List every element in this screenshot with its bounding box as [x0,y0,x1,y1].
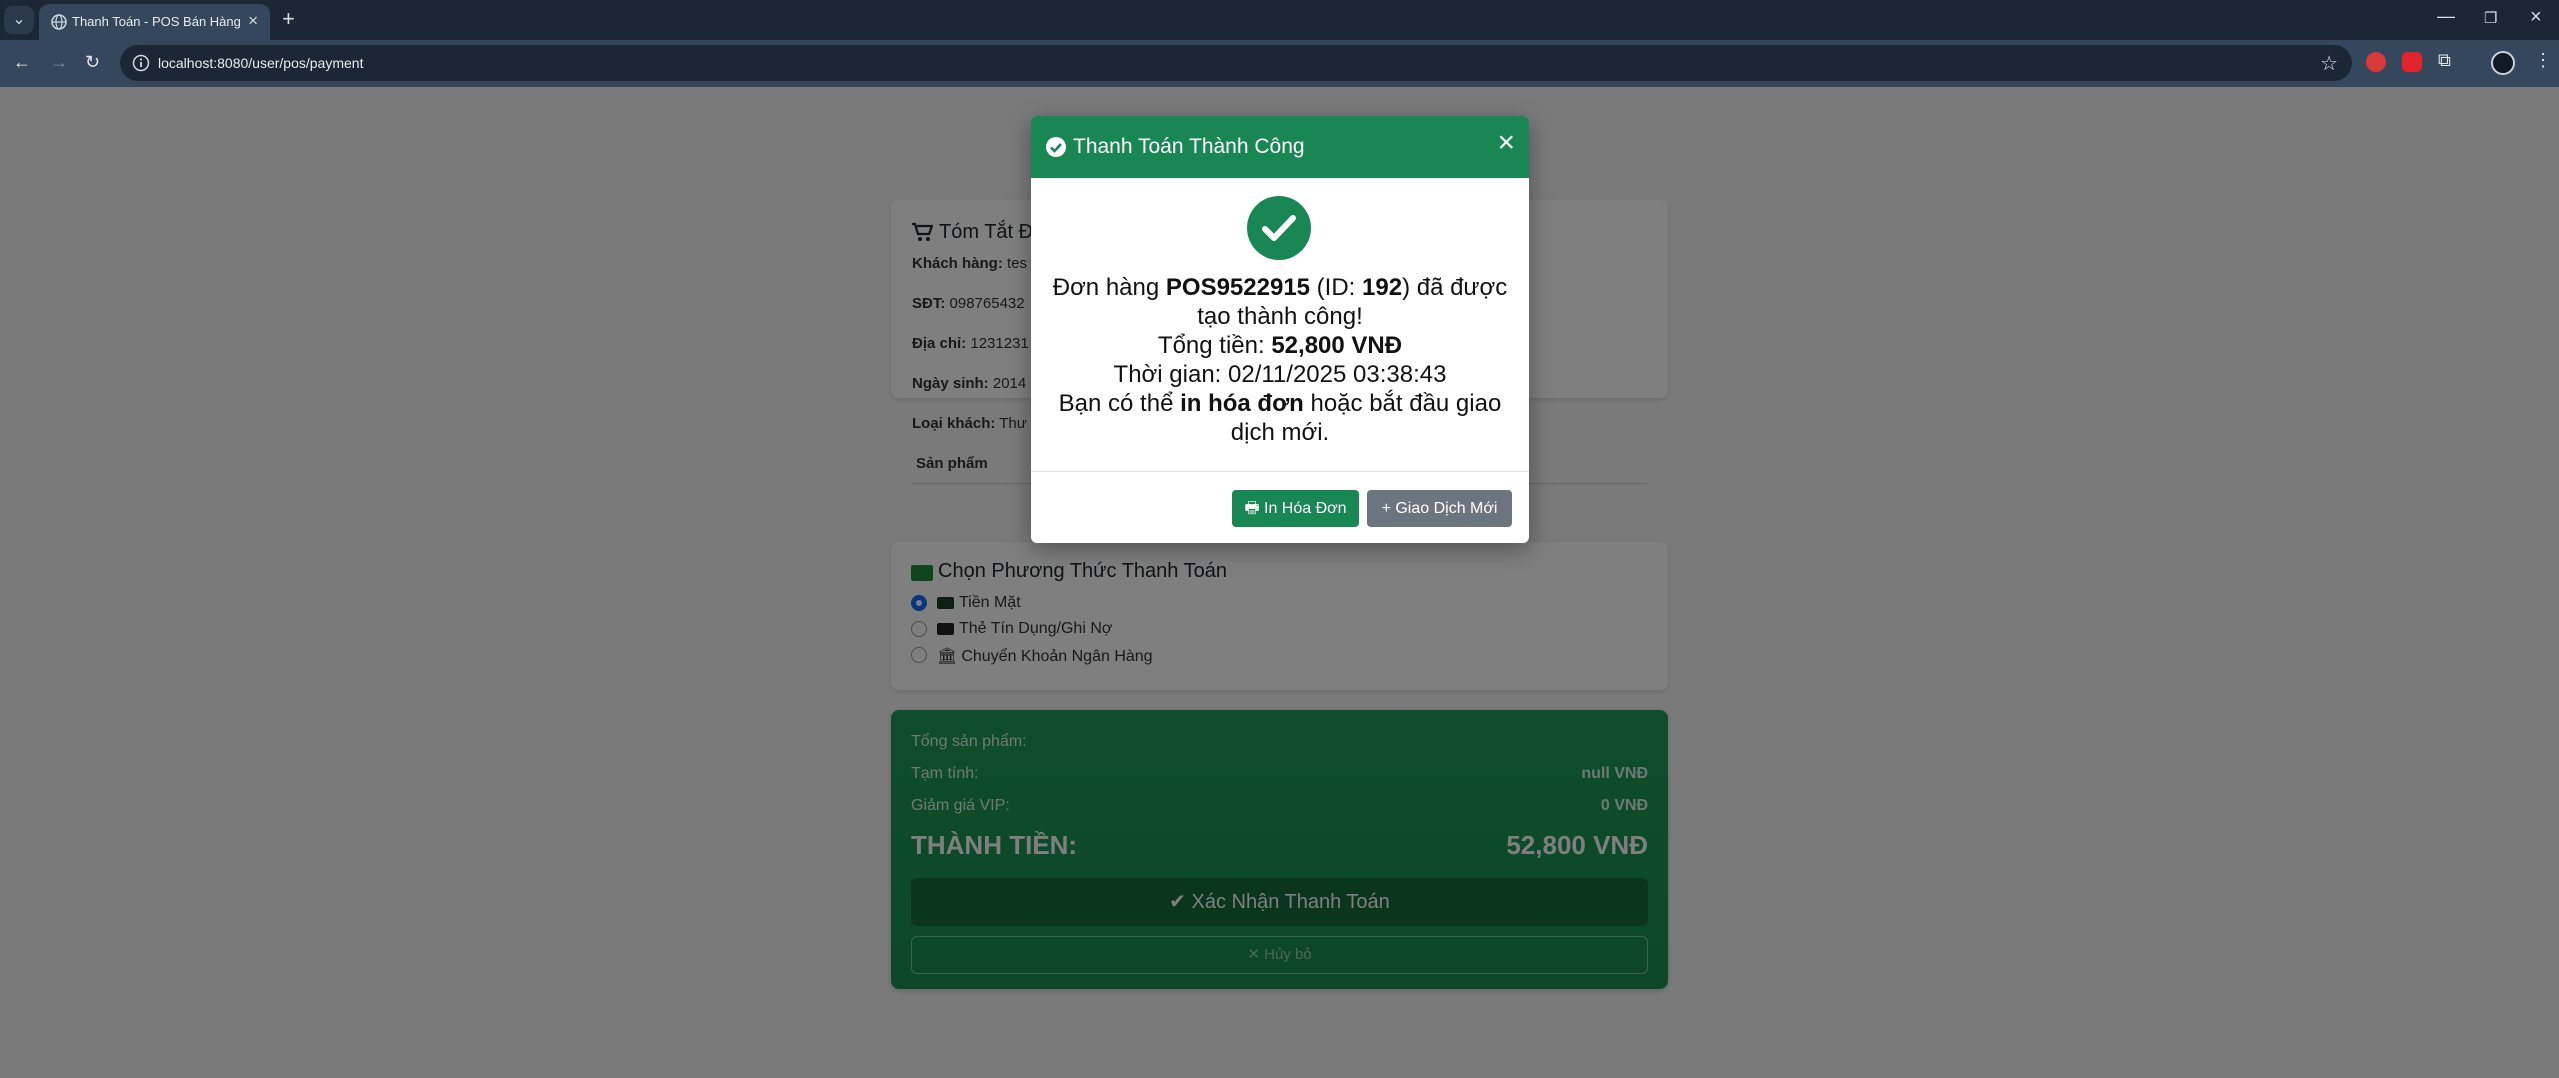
bookmark-star-icon[interactable]: ☆ [2320,51,2338,76]
new-transaction-button[interactable]: + Giao Dịch Mới [1367,490,1512,527]
extensions-puzzle-icon[interactable]: ⧉ [2438,50,2458,70]
window-minimize-icon[interactable]: — [2437,6,2455,27]
site-info-icon[interactable] [132,54,150,72]
plus-icon: + [1381,500,1396,517]
globe-icon [51,14,67,30]
modal-title: Thanh Toán Thành Công [1073,135,1305,158]
print-invoice-button[interactable]: 🖶 In Hóa Đơn [1232,490,1359,527]
forward-arrow-icon[interactable]: → [50,52,68,72]
extension-red-icon[interactable] [2366,52,2386,72]
profile-avatar[interactable] [2491,51,2515,75]
address-bar[interactable]: localhost:8080/user/pos/payment ☆ [120,45,2352,81]
new-tab-plus-icon[interactable]: + [282,8,295,30]
order-id: 192 [1362,274,1403,301]
printer-icon: 🖶 [1244,500,1265,517]
check-circle-icon [1046,137,1066,157]
tab-title: Thanh Toán - POS Bán Hàng [72,14,241,29]
browser-tab[interactable]: Thanh Toán - POS Bán Hàng × [39,4,270,40]
browser-toolbar: ← → ↻ localhost:8080/user/pos/payment ☆ … [0,40,2559,87]
modal-header: Thanh Toán Thành Công × [1031,116,1529,178]
tab-close-icon[interactable]: × [248,12,258,30]
extension-youtube-icon[interactable] [2402,52,2422,72]
browser-tab-bar: ⌄ Thanh Toán - POS Bán Hàng × + — ❐ × [0,0,2559,40]
url-text: localhost:8080/user/pos/payment [158,55,364,71]
order-time: Thời gian: 02/11/2025 03:38:43 [1113,361,1447,388]
reload-icon[interactable]: ↻ [85,52,100,72]
success-check-icon [1247,196,1311,260]
order-code: POS9522915 [1165,274,1311,301]
success-message: Đơn hàng POS9522915 (ID: 192) đã được tạ… [1052,274,1508,446]
modal-footer-divider [1031,471,1529,472]
order-total: 52,800 VNĐ [1271,332,1403,359]
window-close-icon[interactable]: × [2530,6,2542,29]
payment-success-modal: Thanh Toán Thành Công × Đơn hàng POS9522… [1031,116,1529,543]
back-arrow-icon[interactable]: ← [13,52,31,72]
browser-menu-icon[interactable]: ⋮ [2534,50,2552,71]
window-restore-icon[interactable]: ❐ [2484,9,2497,27]
modal-close-icon[interactable]: × [1497,128,1515,158]
tab-search-button[interactable]: ⌄ [4,6,34,34]
